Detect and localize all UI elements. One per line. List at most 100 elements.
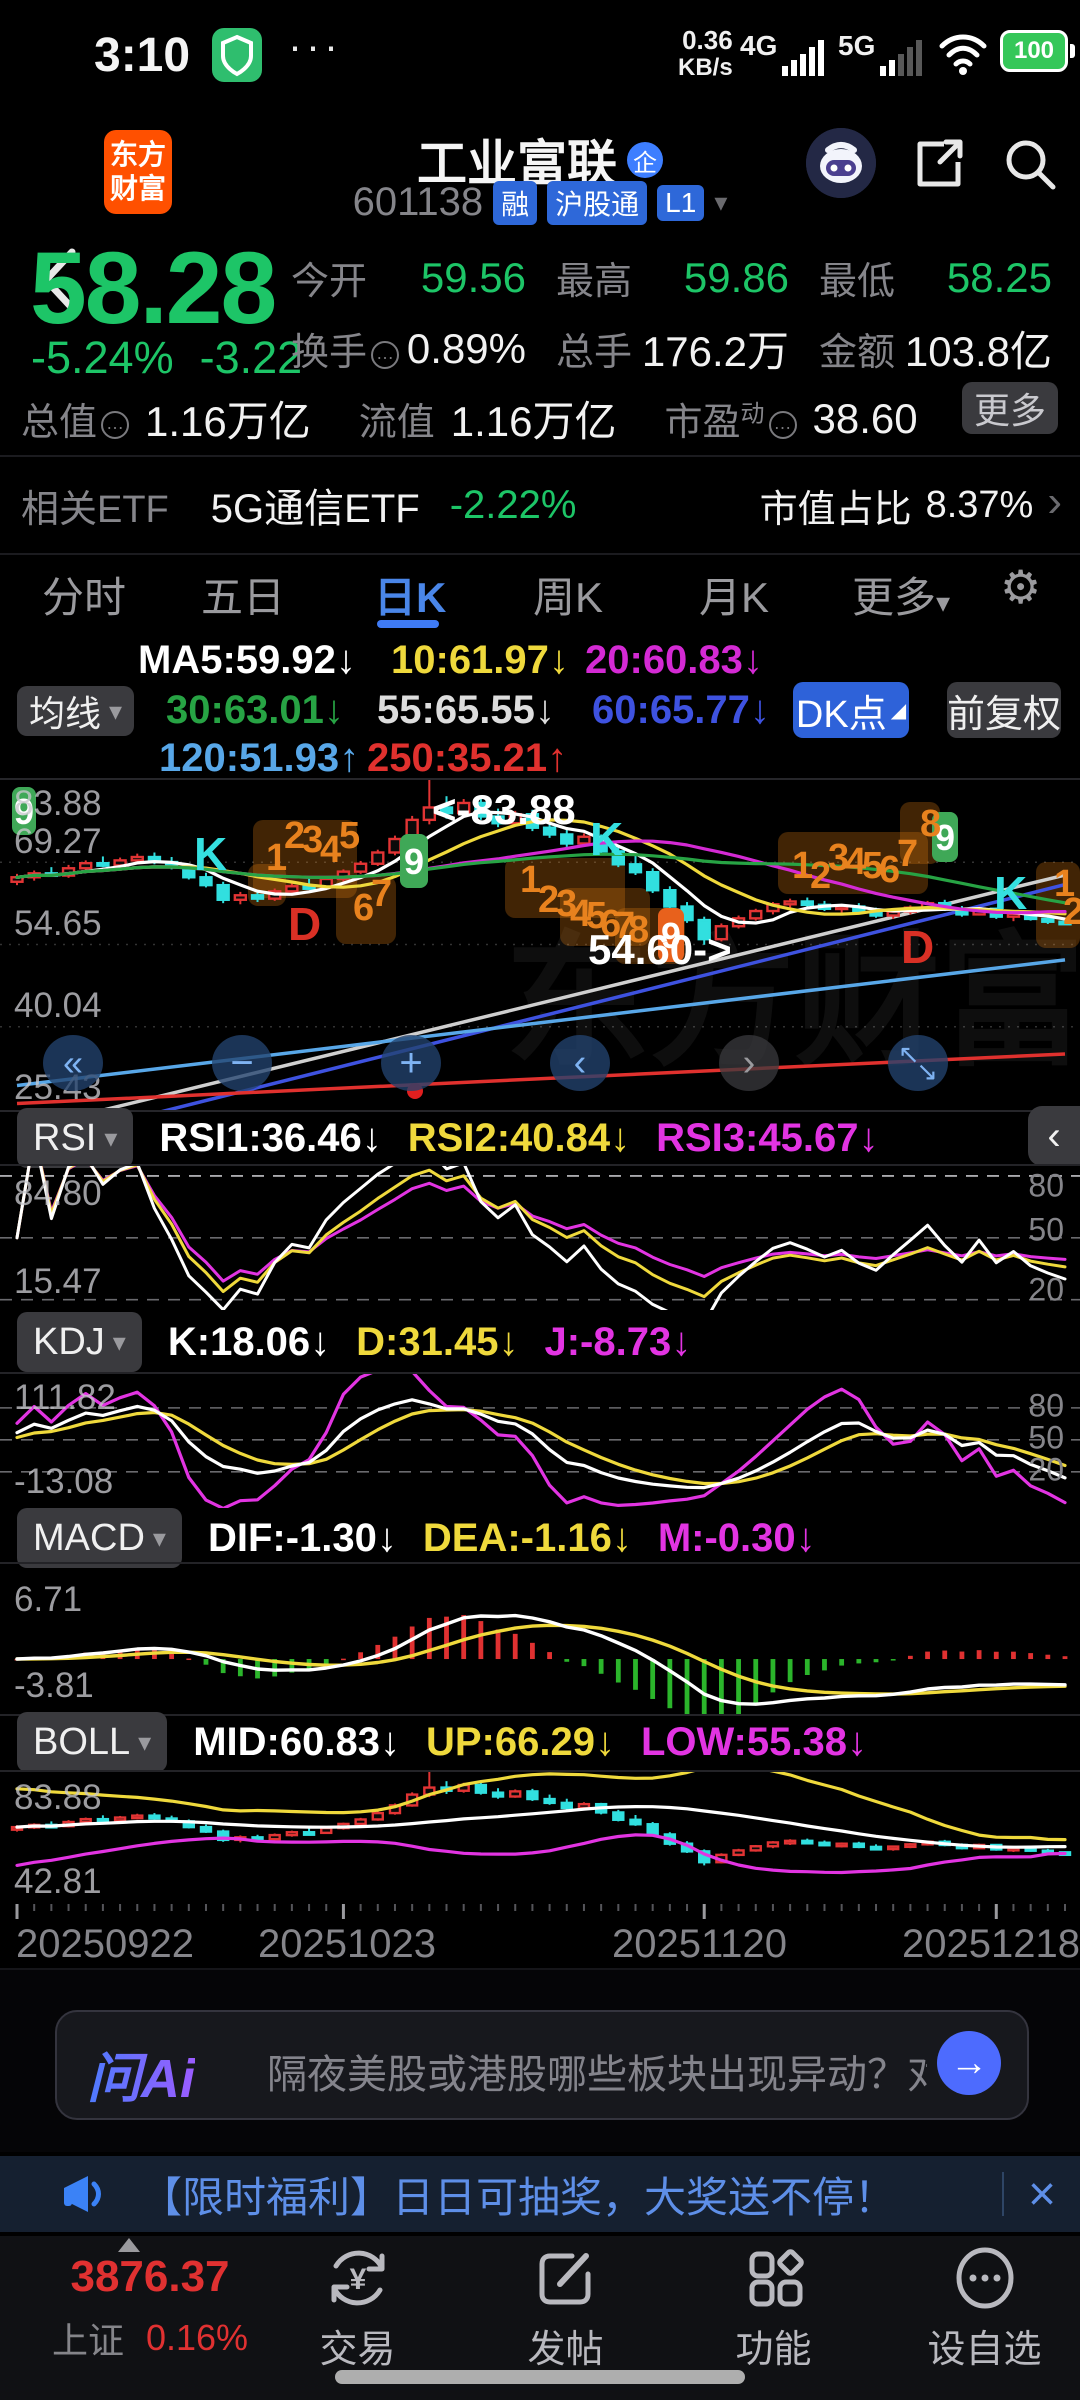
app-screen: 3:10 ··· 0.36 KB/s 4G 5G 100 东方 财富 工业富联 … (0, 0, 1080, 2400)
ma60-value: 60:65.77↓ (592, 688, 770, 732)
zoom-out-button[interactable]: − (212, 1035, 272, 1091)
collapse-panel-tab[interactable]: ‹ (1028, 1106, 1080, 1166)
zoom-in-button[interactable]: + (381, 1035, 441, 1091)
share-icon[interactable] (906, 134, 966, 194)
stat-value: 0.89% (406, 324, 526, 372)
etf-share-value: 8.37% (925, 483, 1034, 526)
stat-value: 1.16万亿 (450, 398, 617, 445)
ai-robot-icon[interactable] (806, 128, 876, 198)
gear-icon[interactable]: ⚙ (1000, 560, 1041, 614)
nav-item-trade[interactable]: ¥ 交易 (300, 2244, 415, 2373)
megaphone-icon (64, 2176, 101, 2212)
tab-daily-k[interactable]: 日K (374, 564, 446, 625)
stat-value: 59.86 (683, 253, 789, 301)
tag-hugutong[interactable]: 沪股通 (547, 180, 648, 225)
svg-text:8: 8 (920, 803, 941, 845)
boll-selector-button[interactable]: BOLL ▾ (17, 1712, 168, 1772)
macd-chart[interactable] (0, 1562, 1080, 1716)
kdj-header: KDJ ▾ K:18.06↓ D:31.45↓ J:-8.73↓ (17, 1312, 691, 1372)
functions-grid-icon (749, 2249, 804, 2307)
etf-share-label: 市值占比 (759, 488, 912, 531)
nav-item-functions[interactable]: 功能 (716, 2244, 831, 2373)
more-stats-button[interactable]: 更多 (962, 382, 1058, 434)
forward-adjusted-button[interactable]: 前复权 (947, 682, 1061, 738)
macd-dea-value: DEA:-1.16↓ (422, 1515, 632, 1560)
axis-label: 54.65 (14, 904, 102, 943)
tag-rong[interactable]: 融 (493, 180, 538, 225)
stat-label: 金额 (819, 332, 896, 374)
ask-ai-card[interactable]: 问Ai 隔夜美股或港股哪些板块出现异动？对A... → (55, 2010, 1029, 2120)
trade-yuan-icon: ¥ (331, 2250, 384, 2306)
quote-panel[interactable]: 58.28 -5.24% -3.22 今开 59.56 最高 59.86 最低 58.… (0, 230, 1080, 452)
wifi-icon (939, 34, 987, 75)
boll-up-value: UP:66.29↓ (425, 1719, 615, 1764)
boll-low-value: LOW:55.38↓ (640, 1719, 867, 1764)
boll-chart[interactable] (0, 1770, 1080, 1904)
tab-5day[interactable]: 五日 (201, 564, 285, 625)
banner-close-icon[interactable]: × (1028, 2167, 1056, 2222)
ma-legend: MA5:59.92↓ 10:61.97↓ 20:60.83↓ 均线 ▾ 30:63… (0, 636, 1080, 780)
dk-point-button[interactable]: DK点 ◢ (793, 682, 909, 738)
svg-text:2: 2 (1063, 891, 1080, 933)
tab-more[interactable]: 更多▾ (852, 564, 950, 625)
stat-value: 176.2万 (641, 328, 789, 375)
x-axis-date: 20251120 (612, 1922, 787, 1966)
index-expand-triangle[interactable] (118, 2238, 140, 2252)
svg-text:5: 5 (339, 815, 360, 857)
ask-ai-send-button[interactable]: → (937, 2031, 1001, 2095)
sim1-label: 4G (740, 30, 778, 61)
ma55-value: 55:65.55↓ (377, 688, 555, 732)
index-percent: 0.16% (145, 2317, 249, 2358)
ma-selector-button[interactable]: 均线 ▾ (17, 686, 135, 736)
kdj-selector-button[interactable]: KDJ ▾ (17, 1312, 142, 1372)
search-icon[interactable] (1000, 134, 1060, 194)
axis-label: 111.82 (14, 1378, 116, 1417)
title-bar: 东方 财富 工业富联 企 601138 融 沪股通 L1 ▾ (0, 110, 1080, 312)
enterprise-badge[interactable]: 企 (627, 142, 663, 178)
nav-item-post[interactable]: 发帖 (508, 2244, 623, 2373)
svg-text:4: 4 (320, 829, 341, 871)
watchlist-more-icon (956, 2247, 1013, 2309)
stat-value: 103.8亿 (904, 328, 1052, 375)
axis-label: 80 (1028, 1167, 1064, 1204)
nav-item-index[interactable]: 3876.37 上证 0.16% (40, 2252, 260, 2364)
svg-text:<-83.88: <-83.88 (432, 786, 576, 833)
nav-label: 发帖 (527, 2329, 604, 2371)
tab-weekly-k[interactable]: 周K (533, 564, 603, 625)
nav-item-watchlist[interactable]: 设自选 (912, 2244, 1057, 2373)
related-etf-row[interactable]: 相关ETF 5G通信ETF -2.22% 市值占比 8.37% › (0, 455, 1080, 555)
axis-label: 6.71 (14, 1580, 83, 1619)
etf-label: 相关ETF (21, 488, 169, 531)
nav-label: 交易 (319, 2329, 396, 2371)
net-speed-unit: KB/s (678, 54, 733, 81)
fast-backward-button[interactable]: « (43, 1035, 103, 1091)
axis-label: -13.08 (14, 1462, 114, 1501)
fullscreen-button[interactable]: ↖ ↘ (888, 1035, 948, 1091)
rsi-chart[interactable] (0, 1164, 1080, 1310)
x-axis-ticks (15, 1904, 1066, 1919)
net-speed: 0.36 (682, 25, 733, 55)
stat-label: 最高 (556, 261, 633, 303)
pan-left-button[interactable]: ‹ (550, 1035, 610, 1091)
code-dropdown-icon[interactable]: ▾ (714, 187, 727, 218)
svg-text:¥: ¥ (349, 2263, 366, 2296)
info-icon: … (371, 340, 400, 369)
tag-l1[interactable]: L1 (657, 184, 705, 221)
macd-dif-value: DIF:-1.30↓ (207, 1515, 397, 1560)
stat-value: 58.25 (946, 253, 1052, 301)
pan-right-button[interactable]: › (719, 1035, 779, 1091)
tab-monthly-k[interactable]: 月K (699, 564, 769, 625)
index-name: 上证 (51, 2320, 124, 2361)
stat-label: 总值… (21, 391, 130, 446)
rsi2-value: RSI2:40.84↓ (407, 1115, 631, 1160)
tab-minute[interactable]: 分时 (42, 564, 126, 625)
home-indicator[interactable] (335, 2370, 745, 2384)
macd-selector-button[interactable]: MACD ▾ (17, 1508, 182, 1568)
clock: 3:10 (94, 28, 191, 82)
macd-m-value: M:-0.30↓ (657, 1515, 816, 1560)
promo-banner[interactable]: 【限时福利】日日可抽奖，大奖送不停！ × (0, 2156, 1080, 2232)
axis-label: 15.47 (14, 1262, 102, 1301)
kdj-chart[interactable] (0, 1372, 1080, 1508)
rsi-selector-button[interactable]: RSI ▾ (17, 1108, 134, 1168)
active-tab-underline (377, 620, 439, 628)
